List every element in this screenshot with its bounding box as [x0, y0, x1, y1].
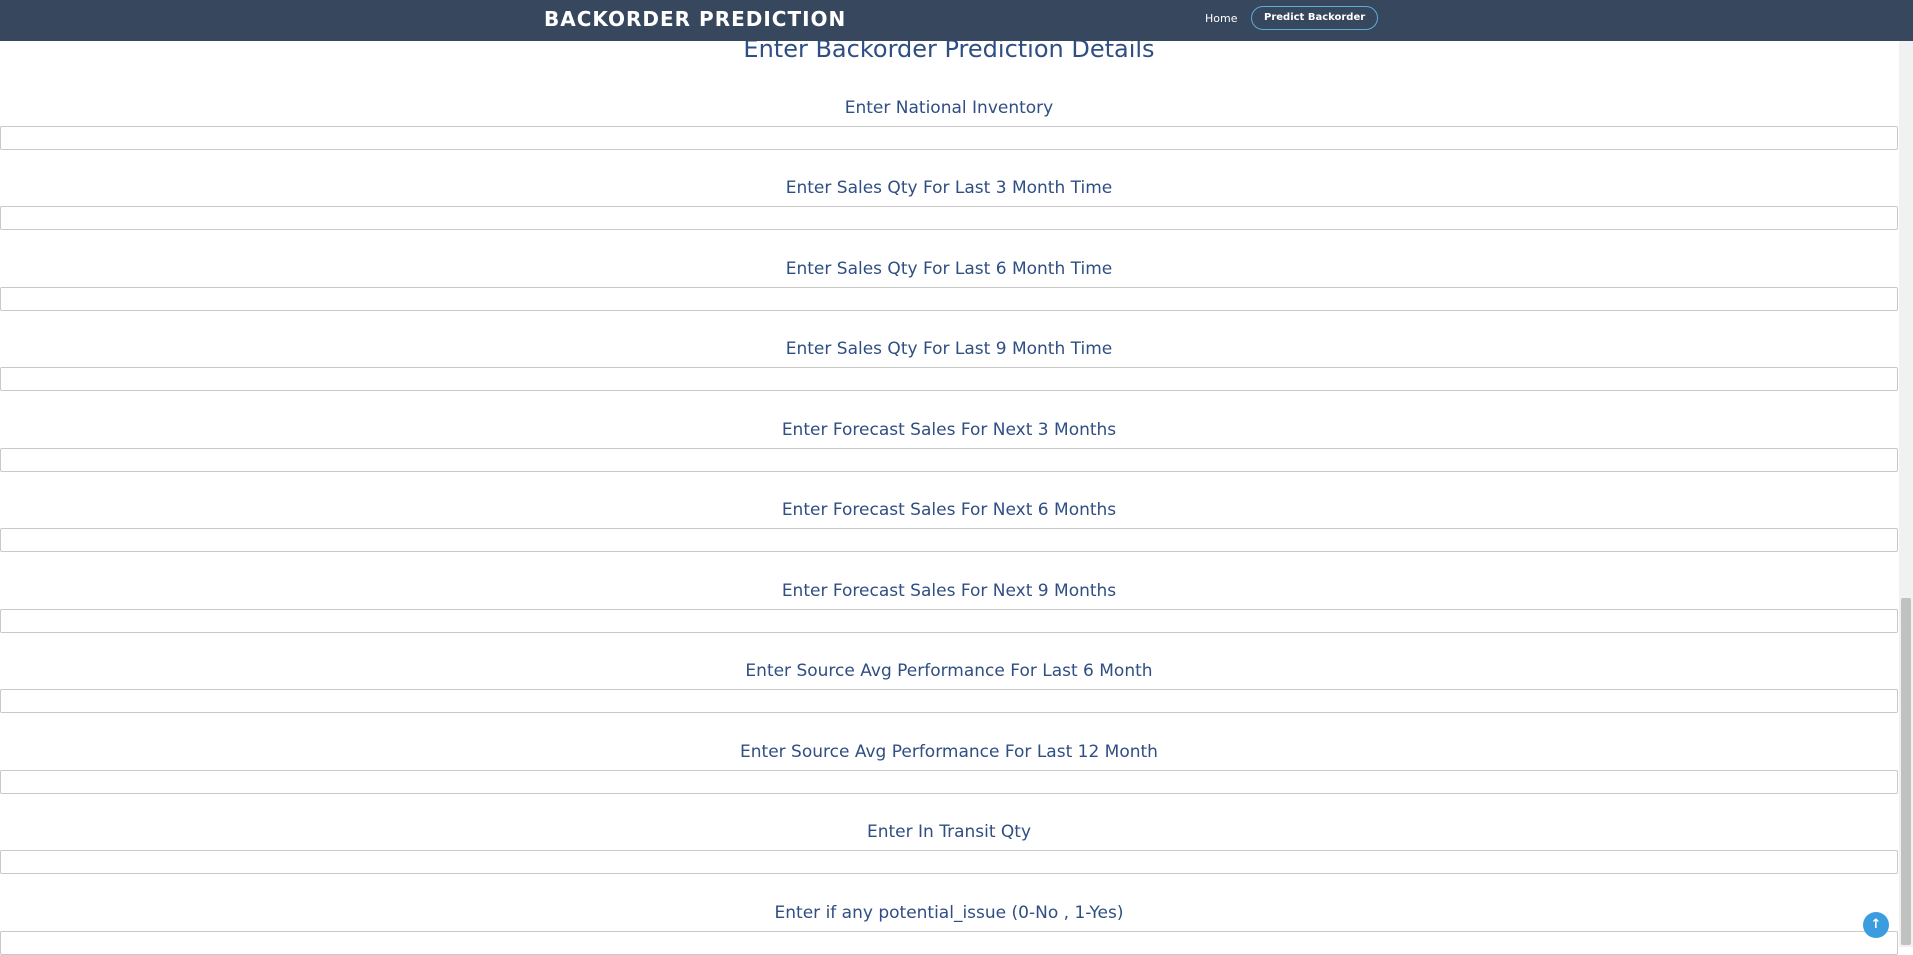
field-label-sales-6-month: Enter Sales Qty For Last 6 Month Time: [785, 259, 1113, 279]
in-transit-qty-input[interactable]: [0, 850, 1898, 874]
field-label-forecast-6-months: Enter Forecast Sales For Next 6 Months: [781, 500, 1117, 520]
field-label-potential-issue: Enter if any potential_issue (0-No , 1-Y…: [774, 903, 1124, 923]
field-label-forecast-3-months: Enter Forecast Sales For Next 3 Months: [781, 420, 1117, 440]
scroll-to-top-button[interactable]: ↑: [1863, 912, 1889, 938]
navbar: BACKORDER PREDICTION Home Predict Backor…: [0, 0, 1913, 41]
nav-home-link[interactable]: Home: [1205, 12, 1237, 25]
field-label-source-perf-12-month: Enter Source Avg Performance For Last 12…: [740, 742, 1158, 762]
source-perf-6-month-input[interactable]: [0, 689, 1898, 713]
sales-3-month-input[interactable]: [0, 206, 1898, 230]
field-label-national-inventory: Enter National Inventory: [844, 98, 1054, 118]
field-label-source-perf-6-month: Enter Source Avg Performance For Last 6 …: [745, 661, 1153, 681]
sales-9-month-input[interactable]: [0, 367, 1898, 391]
nav-predict-backorder-button[interactable]: Predict Backorder: [1251, 6, 1379, 30]
arrow-up-icon: ↑: [1870, 917, 1882, 932]
national-inventory-input[interactable]: [0, 126, 1898, 150]
field-label-sales-9-month: Enter Sales Qty For Last 9 Month Time: [785, 339, 1113, 359]
field-label-forecast-9-months: Enter Forecast Sales For Next 9 Months: [781, 581, 1117, 601]
sales-6-month-input[interactable]: [0, 287, 1898, 311]
source-perf-12-month-input[interactable]: [0, 770, 1898, 794]
field-label-in-transit-qty: Enter In Transit Qty: [866, 822, 1032, 842]
brand-title[interactable]: BACKORDER PREDICTION: [544, 7, 846, 31]
field-label-sales-3-month: Enter Sales Qty For Last 3 Month Time: [785, 178, 1113, 198]
scrollbar-thumb[interactable]: [1901, 598, 1911, 945]
forecast-9-months-input[interactable]: [0, 609, 1898, 633]
potential-issue-input[interactable]: [0, 931, 1898, 955]
forecast-3-months-input[interactable]: [0, 448, 1898, 472]
forecast-6-months-input[interactable]: [0, 528, 1898, 552]
